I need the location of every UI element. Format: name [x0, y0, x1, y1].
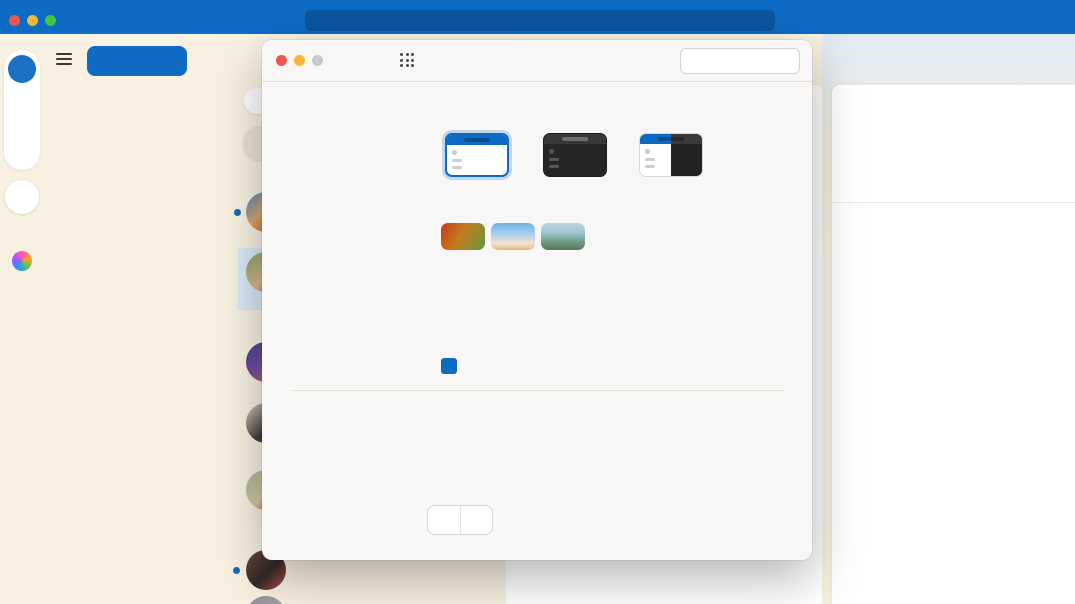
- appearance-option-auto[interactable]: [639, 133, 703, 177]
- traffic-lights: [9, 15, 56, 26]
- search-icon: [531, 14, 544, 27]
- hamburger-menu-icon[interactable]: [56, 53, 72, 65]
- copilot-app-button[interactable]: [12, 251, 32, 271]
- globe-icon: [12, 59, 32, 79]
- image-sparkle-icon: [456, 229, 471, 244]
- appearance-option-light[interactable]: [445, 133, 509, 177]
- global-search-bar[interactable]: [305, 10, 775, 31]
- section-divider: [290, 390, 784, 391]
- calendar-agenda-panel: [832, 85, 1075, 604]
- more-apps-button[interactable]: [13, 340, 31, 358]
- settings-search-input[interactable]: [706, 54, 791, 68]
- mark-read-icon[interactable]: [448, 596, 459, 604]
- compose-icon: [127, 54, 141, 68]
- outlook-window: [0, 0, 1075, 604]
- people-app-button[interactable]: [13, 280, 31, 298]
- new-mail-button[interactable]: [87, 46, 187, 76]
- unread-dot: [233, 567, 240, 574]
- account-avatar-primary[interactable]: [8, 55, 36, 83]
- close-settings-button[interactable]: [276, 55, 287, 66]
- search-icon: [689, 55, 701, 67]
- forward-icon: [359, 53, 373, 67]
- transparency-checkbox[interactable]: [441, 358, 457, 374]
- city-theme-tile[interactable]: [541, 223, 585, 250]
- collapse-panel-icon[interactable]: [1052, 53, 1068, 69]
- app-rail: [0, 34, 44, 604]
- expand-minical-chevron-icon[interactable]: [947, 182, 960, 195]
- jump-to-date-icon[interactable]: [991, 94, 1006, 109]
- increase-text-size-button[interactable]: [460, 506, 493, 534]
- text-size-stepper: [427, 505, 493, 535]
- decrease-text-size-button[interactable]: [428, 506, 460, 534]
- date-row: [848, 162, 1062, 184]
- notifications-bell-icon[interactable]: [1048, 8, 1067, 27]
- message-hover-actions: [448, 596, 495, 604]
- zoom-window-button[interactable]: [45, 15, 56, 26]
- settings-search-box: [680, 48, 800, 74]
- work-account-briefcase-icon[interactable]: [13, 90, 31, 108]
- add-event-icon[interactable]: [1019, 94, 1034, 109]
- minimize-window-button[interactable]: [27, 15, 38, 26]
- more-options-icon[interactable]: [1047, 94, 1062, 109]
- folder-sidebar: [44, 34, 238, 604]
- settings-categories-icon[interactable]: [400, 53, 414, 67]
- minimize-settings-button[interactable]: [294, 55, 305, 66]
- checkmark-icon: [444, 361, 455, 372]
- account-switcher: [4, 50, 40, 170]
- flag-icon[interactable]: [466, 596, 477, 604]
- date-row: [848, 140, 1062, 162]
- trash-icon: [210, 52, 225, 67]
- appearance-option-dark[interactable]: [543, 133, 607, 177]
- unread-dot: [234, 209, 241, 216]
- mail-app-button[interactable]: [5, 180, 39, 214]
- close-window-button[interactable]: [9, 15, 20, 26]
- settings-titlebar: [262, 40, 812, 82]
- settings-dialog: [262, 40, 812, 560]
- announcements-icon[interactable]: [1015, 8, 1034, 27]
- delete-button[interactable]: [210, 52, 231, 67]
- favorites-star-button[interactable]: [13, 310, 31, 328]
- personal-account-icon[interactable]: [13, 117, 31, 135]
- clouds-theme-tile[interactable]: [491, 223, 535, 250]
- add-account-icon[interactable]: [13, 144, 31, 162]
- pin-icon[interactable]: [484, 596, 495, 604]
- zoom-settings-button: [312, 55, 323, 66]
- mail-icon: [13, 188, 31, 206]
- avatar[interactable]: [246, 596, 286, 604]
- copilot-theme-tile[interactable]: [441, 223, 485, 250]
- calendar-app-button[interactable]: [13, 221, 31, 239]
- window-titlebar: [0, 0, 1075, 34]
- back-icon[interactable]: [328, 53, 342, 67]
- copilot-icon: [316, 226, 333, 243]
